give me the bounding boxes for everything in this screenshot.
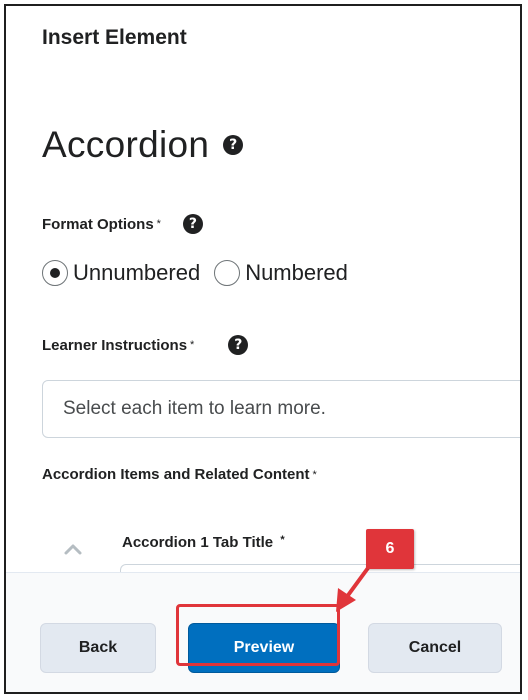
help-icon[interactable]: ? [228,335,249,355]
learner-instructions-label: Learner Instructions [42,336,188,354]
accordion-1-tab-title-label: Accordion 1 Tab Title * [122,534,285,551]
radio-unnumbered-label[interactable]: Unnumbered [73,260,200,286]
element-heading: Accordion [42,124,210,165]
required-marker: * [190,339,195,351]
learner-instructions-input[interactable] [42,380,520,438]
required-marker: * [312,468,317,481]
radio-unnumbered[interactable] [42,260,68,286]
step-number-badge: 6 [366,529,414,569]
format-options-label-row: Format Options * ? [42,214,203,234]
help-icon[interactable]: ? [223,135,244,155]
chevron-up-icon[interactable] [62,540,84,558]
format-options-radio-group: Unnumbered Numbered [42,260,362,286]
accordion-items-label-row: Accordion Items and Related Content * [42,466,317,483]
dialog-title: Insert Element [42,26,187,49]
required-marker: * [156,218,161,230]
dialog-footer: Back Preview Cancel [6,572,520,692]
accordion-1-tab-title-text: Accordion 1 Tab Title [122,534,274,551]
required-marker: * [280,534,285,546]
preview-button[interactable]: Preview [188,623,340,673]
cancel-button[interactable]: Cancel [368,623,502,673]
radio-numbered-label[interactable]: Numbered [245,260,348,286]
radio-numbered[interactable] [214,260,241,286]
element-heading-row: Accordion ? [42,124,244,166]
radio-selected-dot [50,268,60,278]
help-icon[interactable]: ? [182,214,203,234]
back-button[interactable]: Back [40,623,156,673]
accordion-items-label: Accordion Items and Related Content [42,466,310,483]
learner-instructions-label-row: Learner Instructions * ? [42,335,249,355]
format-options-label: Format Options [42,215,154,233]
insert-element-dialog: Insert Element Accordion ? Format Option… [4,4,522,694]
